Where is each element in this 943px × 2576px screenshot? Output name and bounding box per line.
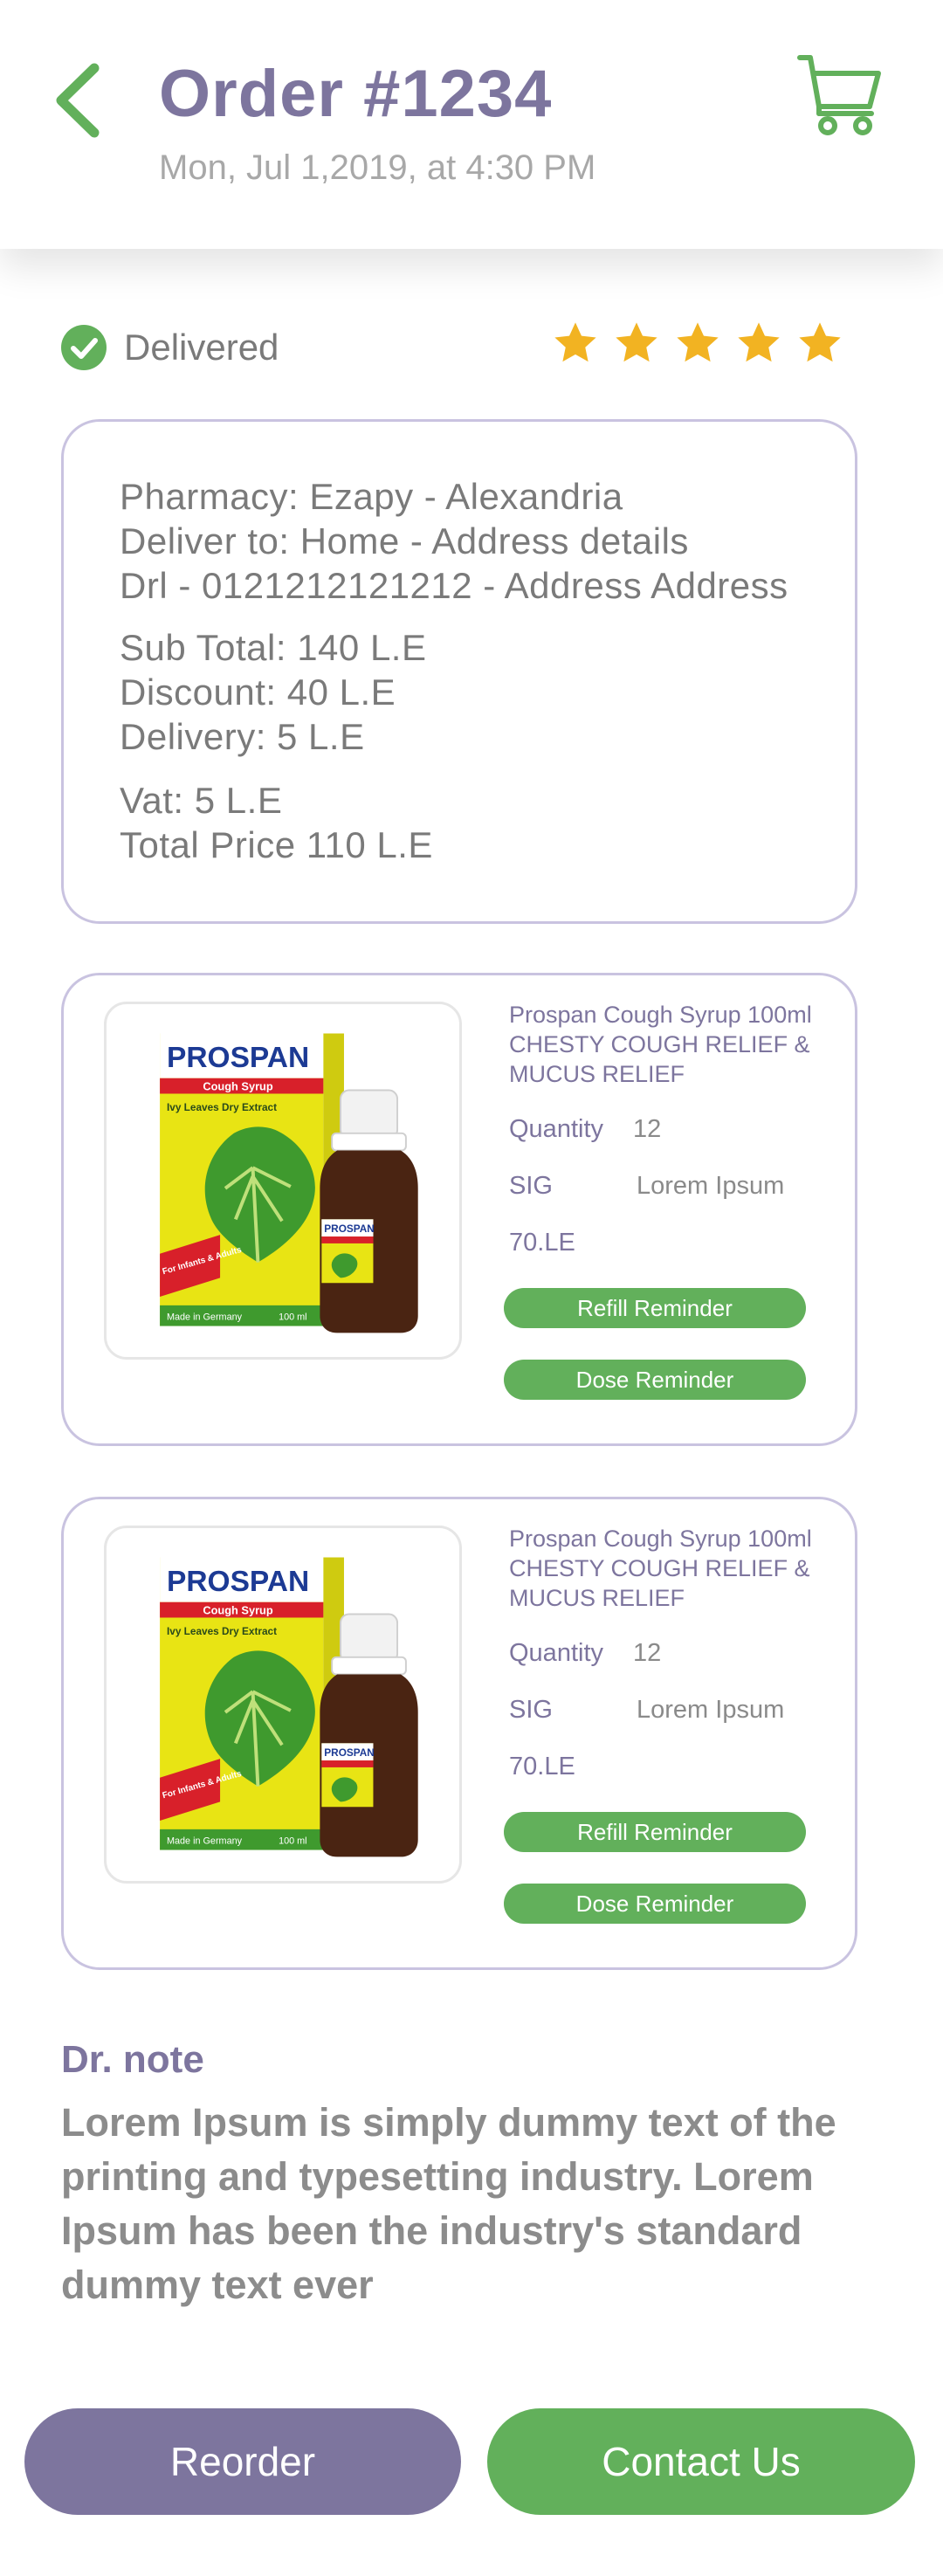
- package-subtitle: Cough Syrup: [203, 1604, 273, 1617]
- package-ingredient: Ivy Leaves Dry Extract: [167, 1101, 277, 1113]
- discount-line: Discount: 40 L.E: [120, 672, 396, 713]
- star-icon[interactable]: [552, 320, 599, 367]
- star-icon[interactable]: [735, 320, 782, 367]
- status-label: Delivered: [124, 327, 279, 368]
- sig-label: SIG: [509, 1172, 553, 1200]
- product-name: Prospan Cough Syrup 100ml CHESTY COUGH R…: [509, 1002, 812, 1087]
- product-card: PROSPAN Cough Syrup Ivy Leaves Dry Extra…: [61, 1497, 857, 1970]
- package-made-in: Made in Germany: [167, 1312, 243, 1323]
- product-image: PROSPAN Cough Syrup Ivy Leaves Dry Extra…: [104, 1002, 462, 1360]
- product-price: 70.LE: [509, 1753, 575, 1780]
- doctor-note-text: Lorem Ipsum is simply dummy text of the …: [61, 2100, 836, 2307]
- delivery-line: Delivery: 5 L.E: [120, 716, 365, 757]
- package-made-in: Made in Germany: [167, 1836, 243, 1847]
- check-circle-icon: [61, 325, 107, 370]
- page-title: Order #1234: [159, 57, 553, 131]
- total-price-line: Total Price 110 L.E: [120, 824, 433, 865]
- contact-us-button[interactable]: Contact Us: [487, 2408, 915, 2515]
- star-icon[interactable]: [796, 320, 843, 367]
- quantity-label: Quantity: [509, 1115, 603, 1143]
- product-name: Prospan Cough Syrup 100ml CHESTY COUGH R…: [509, 1526, 812, 1611]
- pharmacy-line: Pharmacy: Ezapy - Alexandria: [120, 476, 623, 517]
- package-volume: 100 ml: [279, 1836, 307, 1847]
- back-button[interactable]: [49, 61, 110, 140]
- package-subtitle: Cough Syrup: [203, 1080, 273, 1093]
- prospan-package-image: PROSPAN Cough Syrup Ivy Leaves Dry Extra…: [160, 1033, 418, 1333]
- app-header: Order #1234 Mon, Jul 1,2019, at 4:30 PM: [0, 0, 943, 249]
- sub-total-line: Sub Total: 140 L.E: [120, 627, 427, 668]
- sig-label: SIG: [509, 1696, 553, 1724]
- chevron-left-icon: [56, 63, 100, 138]
- star-icon[interactable]: [613, 320, 660, 367]
- order-info-card: Pharmacy: Ezapy - Alexandria Deliver to:…: [61, 419, 857, 924]
- package-volume: 100 ml: [279, 1312, 307, 1323]
- vat-line: Vat: 5 L.E: [120, 780, 283, 821]
- dose-reminder-button[interactable]: Dose Reminder: [504, 1884, 806, 1924]
- sig-value: Lorem Ipsum: [637, 1172, 785, 1200]
- quantity-value: 12: [633, 1639, 662, 1667]
- package-ingredient: Ivy Leaves Dry Extract: [167, 1625, 277, 1637]
- sig-value: Lorem Ipsum: [637, 1696, 785, 1724]
- star-icon[interactable]: [674, 320, 721, 367]
- bottle-brand: PROSPAN: [324, 1746, 375, 1759]
- package-brand: PROSPAN: [167, 1566, 309, 1598]
- reorder-button[interactable]: Reorder: [24, 2408, 461, 2515]
- package-brand: PROSPAN: [167, 1042, 309, 1074]
- product-price: 70.LE: [509, 1229, 575, 1257]
- refill-reminder-button[interactable]: Refill Reminder: [504, 1288, 806, 1328]
- prospan-package-image: PROSPAN Cough Syrup Ivy Leaves Dry Extra…: [160, 1557, 418, 1857]
- doctor-note-title: Dr. note: [61, 2038, 204, 2081]
- delivery-status: Delivered: [61, 323, 279, 372]
- product-image: PROSPAN Cough Syrup Ivy Leaves Dry Extra…: [104, 1526, 462, 1884]
- rating-stars: [552, 320, 843, 367]
- bottle-brand: PROSPAN: [324, 1223, 375, 1235]
- order-date: Mon, Jul 1,2019, at 4:30 PM: [159, 148, 596, 187]
- quantity-value: 12: [633, 1115, 662, 1143]
- cart-icon: [797, 55, 881, 135]
- cart-button[interactable]: [795, 51, 885, 141]
- deliver-to-line: Deliver to: Home - Address details: [120, 520, 689, 561]
- refill-reminder-button[interactable]: Refill Reminder: [504, 1812, 806, 1852]
- product-card: PROSPAN Cough Syrup Ivy Leaves Dry Extra…: [61, 973, 857, 1446]
- driver-line: Drl - 0121212121212 - Address Address: [120, 565, 788, 606]
- quantity-label: Quantity: [509, 1639, 603, 1667]
- dose-reminder-button[interactable]: Dose Reminder: [504, 1360, 806, 1400]
